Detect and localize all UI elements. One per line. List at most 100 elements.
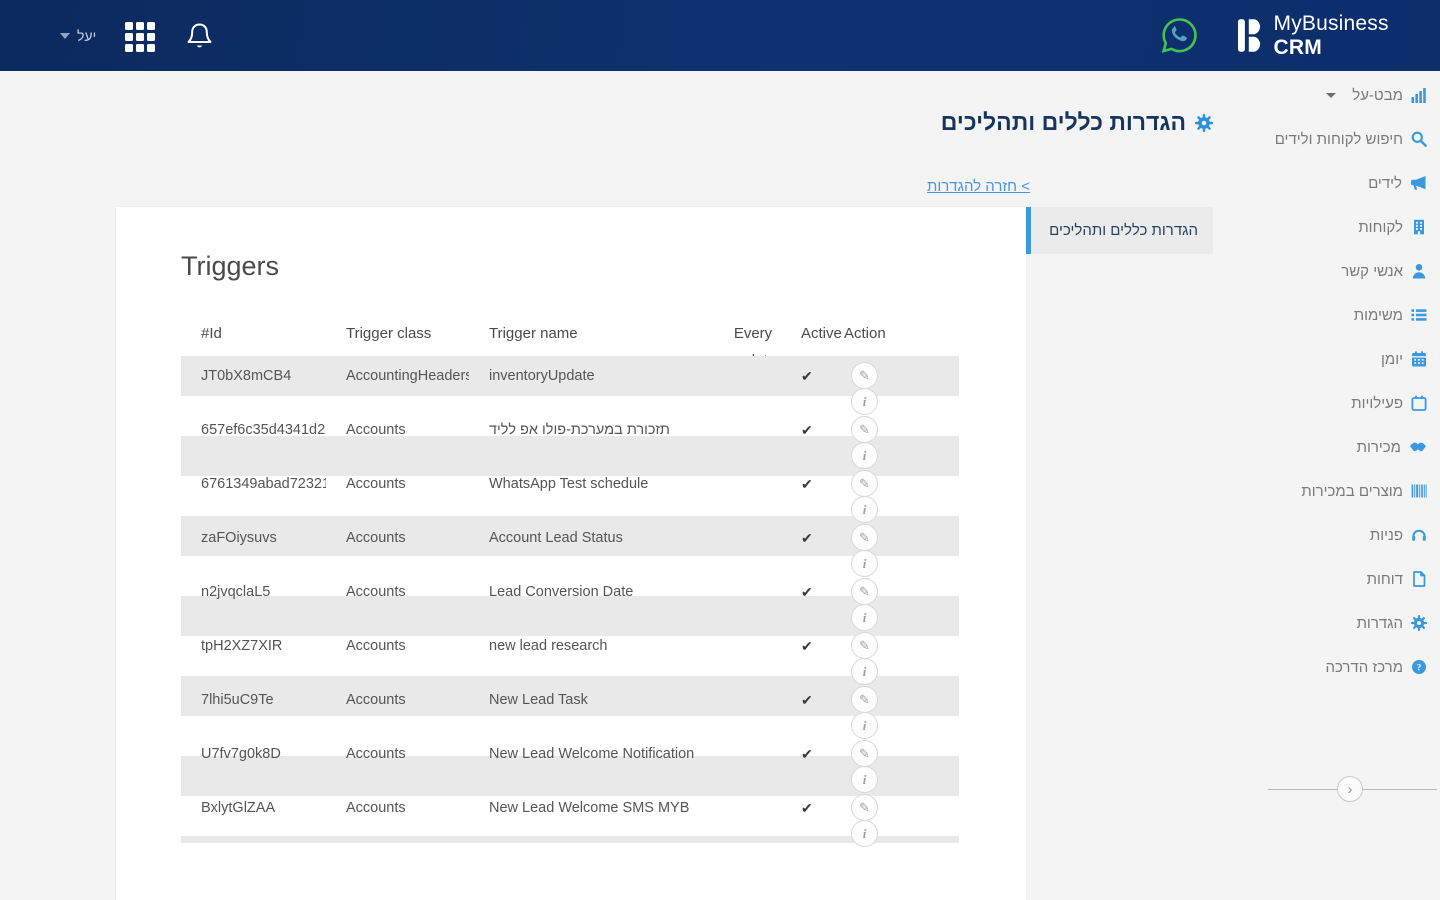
handshake-icon (1409, 439, 1427, 455)
sidebar-item-leads[interactable]: לידים (1260, 161, 1440, 205)
trigger-info-button[interactable]: i (851, 388, 878, 415)
column-header-active: Active (776, 320, 826, 356)
page-title-row: הגדרות כללים ותהליכים (941, 109, 1213, 136)
cell-id: U7fv7g0k8D (181, 734, 326, 762)
barcode-icon (1411, 483, 1427, 499)
cell-id: 657ef6c35d4341d2268b (181, 410, 326, 438)
cell-active: ✔ (776, 572, 826, 601)
user-name: יעל (77, 28, 96, 44)
trigger-info-button[interactable]: i (851, 766, 878, 793)
cell-every-update (710, 356, 776, 369)
cell-trigger-class: Accounts (326, 788, 469, 816)
sidebar-item-tasks[interactable]: משימות (1260, 293, 1440, 337)
sidebar-item-products-in-sales[interactable]: מוצרים במכירות (1260, 469, 1440, 513)
sidebar-item-activities[interactable]: פעילויות (1260, 381, 1440, 425)
back-to-settings-link[interactable]: > חזרה להגדרות (927, 178, 1030, 195)
table-row: tpH2XZ7XIR Accounts new lead research ✔ … (181, 626, 959, 680)
tab-rules-and-processes[interactable]: הגדרות כללים ותהליכים (1026, 207, 1213, 254)
notifications-bell-icon[interactable] (186, 22, 213, 56)
cell-id: BxlytGlZAA (181, 788, 326, 816)
sidebar-item-label: דוחות (1367, 571, 1403, 588)
edit-trigger-button[interactable]: ✎ (851, 632, 878, 659)
edit-trigger-button[interactable]: ✎ (851, 416, 878, 443)
cell-action: ✎ i (826, 410, 959, 423)
cell-active: ✔ (776, 788, 826, 817)
info-icon: i (863, 394, 867, 409)
edit-trigger-button[interactable]: ✎ (851, 794, 878, 821)
info-icon: i (863, 772, 867, 787)
cell-trigger-name: תזכורת במערכת-פולו אפ לליד (469, 410, 710, 438)
pencil-icon: ✎ (859, 746, 870, 761)
table-row: 7lhi5uC9Te Accounts New Lead Task ✔ ✎ i (181, 680, 959, 734)
trigger-info-button[interactable]: i (851, 658, 878, 685)
trigger-info-button[interactable]: i (851, 712, 878, 739)
edit-trigger-button[interactable]: ✎ (851, 578, 878, 605)
person-icon (1411, 263, 1427, 279)
cell-trigger-class: Accounts (326, 464, 469, 492)
pencil-icon: ✎ (859, 368, 870, 383)
column-header-every-update: Every update (710, 320, 776, 356)
info-icon: i (863, 718, 867, 733)
check-icon: ✔ (801, 422, 813, 438)
cell-trigger-class: AccountingHeaders (326, 356, 469, 384)
column-header-id: #Id (181, 320, 326, 356)
sidebar-item-contacts[interactable]: אנשי קשר (1260, 249, 1440, 293)
cell-trigger-name: Account Lead Status (469, 518, 710, 546)
sidebar-item-calendar[interactable]: יומן (1260, 337, 1440, 381)
cell-trigger-name: New Lead Welcome Notification (469, 734, 710, 762)
cell-every-update (710, 518, 776, 531)
sidebar-collapse-button[interactable]: › (1337, 776, 1363, 802)
pencil-icon: ✎ (859, 584, 870, 599)
sidebar-item-customers[interactable]: לקוחות (1260, 205, 1440, 249)
cell-trigger-name: inventoryUpdate (469, 356, 710, 384)
sidebar-item-training-center[interactable]: ? מרכז הדרכה (1260, 645, 1440, 689)
check-icon: ✔ (801, 368, 813, 384)
sidebar-item-search-customers-leads[interactable]: חיפוש לקוחות ולידים (1260, 117, 1440, 161)
edit-trigger-button[interactable]: ✎ (851, 524, 878, 551)
sidebar-item-settings[interactable]: הגדרות (1260, 601, 1440, 645)
trigger-info-button[interactable]: i (851, 820, 878, 847)
info-icon: i (863, 826, 867, 841)
sidebar-item-sales[interactable]: מכירות (1260, 425, 1440, 469)
cell-action: ✎ i (826, 626, 959, 639)
edit-trigger-button[interactable]: ✎ (851, 362, 878, 389)
table-row: U7fv7g0k8D Accounts New Lead Welcome Not… (181, 734, 959, 788)
trigger-info-button[interactable]: i (851, 604, 878, 631)
sidebar-item-label: פניות (1370, 527, 1403, 544)
gear-icon (1195, 114, 1213, 132)
edit-trigger-button[interactable]: ✎ (851, 470, 878, 497)
pencil-icon: ✎ (859, 638, 870, 653)
info-icon: i (863, 448, 867, 463)
user-menu[interactable]: יעל (60, 0, 96, 71)
edit-trigger-button[interactable]: ✎ (851, 686, 878, 713)
whatsapp-icon[interactable] (1161, 17, 1198, 54)
apps-grid-icon[interactable] (125, 22, 155, 52)
pencil-icon: ✎ (859, 530, 870, 545)
sidebar-item-overview[interactable]: מבט-על (1260, 73, 1440, 117)
logo-mark-icon (1238, 19, 1265, 52)
trigger-info-button[interactable]: i (851, 496, 878, 523)
cell-every-update (710, 734, 776, 747)
column-header-action: Action (826, 320, 959, 356)
cell-action: ✎ i (826, 518, 959, 531)
cell-trigger-class: Accounts (326, 734, 469, 762)
cell-active: ✔ (776, 410, 826, 439)
page-title: הגדרות כללים ותהליכים (941, 109, 1186, 136)
cell-trigger-class: Accounts (326, 518, 469, 546)
chevron-down-icon (60, 33, 70, 39)
chart-bars-icon (1411, 87, 1427, 103)
edit-trigger-button[interactable]: ✎ (851, 740, 878, 767)
trigger-info-button[interactable]: i (851, 442, 878, 469)
trigger-info-button[interactable]: i (851, 550, 878, 577)
check-icon: ✔ (801, 800, 813, 816)
sidebar-item-reports[interactable]: דוחות (1260, 557, 1440, 601)
cell-trigger-name: Lead Conversion Date (469, 572, 710, 600)
mybusiness-crm-logo[interactable]: MyBusiness CRM (1238, 0, 1440, 71)
sidebar-collapse-divider: › (1260, 776, 1440, 802)
cell-trigger-name: New Lead Welcome SMS MYB (469, 788, 710, 816)
cell-active: ✔ (776, 356, 826, 385)
sidebar-item-inquiries[interactable]: פניות (1260, 513, 1440, 557)
check-icon: ✔ (801, 476, 813, 492)
cell-every-update (710, 626, 776, 639)
table-row: 657ef6c35d4341d2268b Accounts תזכורת במע… (181, 410, 959, 464)
